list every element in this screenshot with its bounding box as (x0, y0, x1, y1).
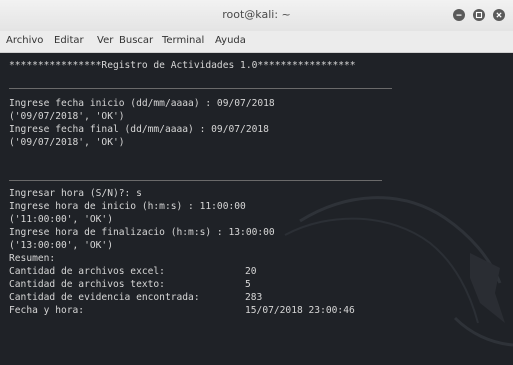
title-bar[interactable]: root@kali: ~ (0, 0, 513, 31)
terminal-area[interactable]: ****************Registro de Actividades … (0, 53, 513, 365)
minimize-icon (456, 14, 462, 16)
terminal-line: Ingresar hora (S/N)?: s (9, 188, 142, 199)
terminal-line: Ingrese hora de inicio (h:m:s) : 11:00:0… (9, 201, 246, 212)
terminal-line: Resumen: (9, 253, 56, 264)
minimize-button[interactable] (453, 9, 465, 21)
maximize-button[interactable] (473, 9, 485, 21)
terminal-line: ('09/07/2018', 'OK') (9, 111, 125, 122)
terminal-line: ('13:00:00', 'OK') (9, 240, 113, 251)
divider-1 (9, 88, 392, 89)
header-line: ****************Registro de Actividades … (9, 60, 356, 71)
menu-buscar[interactable]: Buscar (119, 35, 153, 46)
maximize-icon (475, 11, 483, 19)
close-icon (496, 12, 502, 18)
summary-value: 283 (245, 292, 263, 303)
divider-2 (9, 180, 382, 181)
menu-ver[interactable]: Ver (97, 35, 113, 46)
menu-ayuda[interactable]: Ayuda (215, 35, 246, 46)
menu-archivo[interactable]: Archivo (6, 35, 43, 46)
menu-editar[interactable]: Editar (54, 35, 84, 46)
summary-label: Cantidad de archivos excel: (9, 266, 165, 277)
terminal-line: ('09/07/2018', 'OK') (9, 137, 125, 148)
summary-label: Cantidad de evidencia encontrada: (9, 292, 200, 303)
terminal-line: Ingrese fecha final (dd/mm/aaaa) : 09/07… (9, 124, 269, 135)
summary-label: Fecha y hora: (9, 305, 85, 316)
terminal-window: root@kali: ~ Archivo Editar Ver Buscar T… (0, 0, 513, 365)
summary-value: 20 (245, 266, 257, 277)
summary-value: 15/07/2018 23:00:46 (245, 305, 355, 316)
menu-bar: Archivo Editar Ver Buscar Terminal Ayuda (0, 31, 513, 53)
summary-label: Cantidad de archivos texto: (9, 279, 165, 290)
terminal-line: ('11:00:00', 'OK') (9, 214, 113, 225)
terminal-line: Ingrese hora de finalizacio (h:m:s) : 13… (9, 227, 275, 238)
close-button[interactable] (493, 9, 505, 21)
terminal-line: Ingrese fecha inicio (dd/mm/aaaa) : 09/0… (9, 98, 275, 109)
summary-value: 5 (245, 279, 251, 290)
window-title: root@kali: ~ (222, 8, 291, 21)
menu-terminal[interactable]: Terminal (162, 35, 204, 46)
